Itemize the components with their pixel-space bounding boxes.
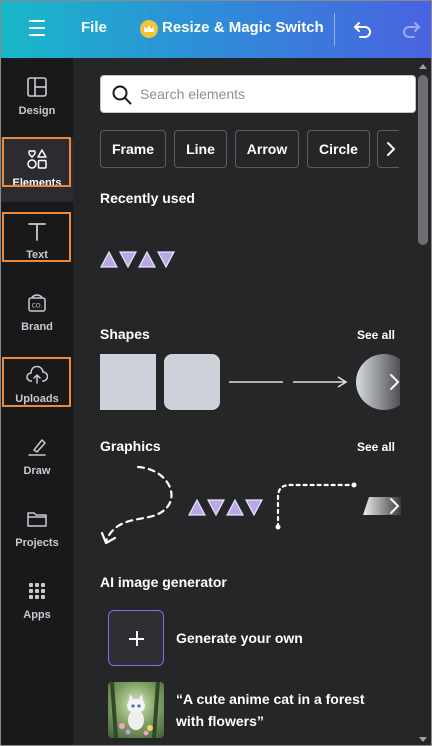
ai-prompt-line-2[interactable]: with flowers” bbox=[176, 713, 264, 729]
shapes-see-all[interactable]: See all bbox=[357, 328, 395, 342]
rail-label: Projects bbox=[15, 537, 59, 549]
layout-icon bbox=[27, 77, 47, 97]
section-title-recent: Recently used bbox=[100, 190, 195, 206]
rail-label: Design bbox=[18, 105, 56, 117]
graphics-see-all[interactable]: See all bbox=[357, 440, 395, 454]
crown-icon bbox=[140, 20, 158, 38]
grid-icon bbox=[29, 583, 45, 599]
undo-icon[interactable] bbox=[351, 17, 375, 41]
triangle-pattern-graphic[interactable] bbox=[188, 498, 264, 516]
generate-plus-button[interactable] bbox=[108, 610, 164, 666]
brand-icon: CO. bbox=[28, 294, 46, 312]
rail-label: Draw bbox=[23, 465, 51, 477]
chip-circle[interactable]: Circle bbox=[307, 130, 370, 168]
rail-item-design[interactable]: Design bbox=[1, 66, 73, 130]
dotted-corner-graphic[interactable] bbox=[274, 479, 360, 531]
rail-item-projects[interactable]: Projects bbox=[1, 498, 73, 562]
file-menu[interactable]: File bbox=[81, 19, 107, 36]
rail-item-brand[interactable]: CO. Brand bbox=[1, 282, 73, 346]
top-bar: File Resize & Magic Switch bbox=[1, 1, 431, 58]
chevron-right-icon bbox=[387, 142, 395, 156]
chip-frame[interactable]: Frame bbox=[100, 130, 166, 168]
chips-next-button[interactable] bbox=[377, 130, 399, 168]
folder-icon bbox=[27, 512, 47, 527]
rail-label: Brand bbox=[21, 321, 53, 333]
highlight-elements bbox=[2, 137, 71, 187]
highlight-uploads bbox=[2, 357, 71, 407]
pen-icon bbox=[28, 439, 46, 456]
generate-your-own-label[interactable]: Generate your own bbox=[176, 630, 303, 646]
highlight-text bbox=[2, 212, 71, 262]
section-title-ai: AI image generator bbox=[100, 574, 227, 590]
ai-prompt-line-1[interactable]: “A cute anime cat in a forest bbox=[176, 691, 365, 707]
triangle-pattern-element[interactable] bbox=[100, 250, 176, 268]
scrollbar-thumb[interactable] bbox=[418, 75, 428, 245]
chip-line[interactable]: Line bbox=[174, 130, 227, 168]
ai-sample-thumbnail[interactable] bbox=[108, 682, 164, 738]
menu-icon[interactable] bbox=[29, 20, 45, 38]
dashed-curve-arrow-graphic[interactable] bbox=[100, 463, 182, 549]
divider bbox=[334, 13, 335, 46]
arrow-shape[interactable] bbox=[292, 354, 348, 410]
rail-item-apps[interactable]: Apps bbox=[1, 570, 73, 634]
section-title-graphics: Graphics bbox=[100, 438, 161, 454]
rail-label: Apps bbox=[23, 609, 51, 621]
svg-text:CO.: CO. bbox=[32, 303, 43, 310]
scroll-down-arrow-icon[interactable] bbox=[419, 737, 427, 742]
chevron-right-icon[interactable] bbox=[386, 494, 404, 518]
redo-icon[interactable] bbox=[399, 17, 423, 41]
square-shape[interactable] bbox=[100, 354, 156, 410]
scroll-up-arrow-icon[interactable] bbox=[419, 64, 427, 69]
resize-magic-switch-button[interactable]: Resize & Magic Switch bbox=[162, 19, 324, 36]
search-input[interactable]: Search elements bbox=[100, 75, 416, 113]
search-placeholder: Search elements bbox=[140, 86, 246, 102]
section-title-shapes: Shapes bbox=[100, 326, 150, 342]
line-shape[interactable] bbox=[228, 354, 284, 410]
chevron-right-icon[interactable] bbox=[386, 370, 404, 394]
cat-image bbox=[110, 682, 160, 738]
rail-item-draw[interactable]: Draw bbox=[1, 426, 73, 490]
chip-arrow[interactable]: Arrow bbox=[235, 130, 299, 168]
app-frame: File Resize & Magic Switch Design Elemen bbox=[0, 0, 432, 746]
rounded-square-shape[interactable] bbox=[164, 354, 220, 410]
search-icon bbox=[112, 85, 132, 105]
